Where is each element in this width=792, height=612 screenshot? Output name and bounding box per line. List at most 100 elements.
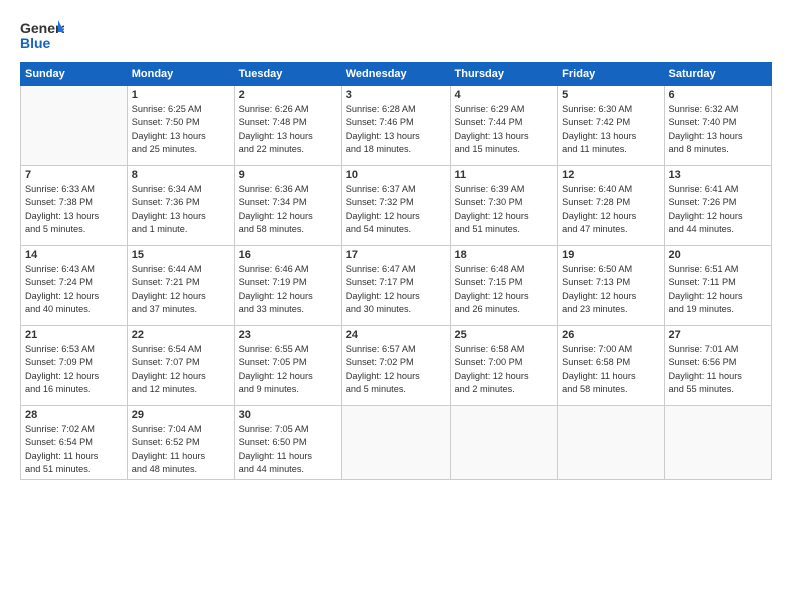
day-info: Sunrise: 6:53 AMSunset: 7:09 PMDaylight:…	[25, 343, 123, 396]
calendar-week-4: 28 Sunrise: 7:02 AMSunset: 6:54 PMDayligh…	[21, 406, 772, 480]
calendar-cell: 2Sunrise: 6:26 AMSunset: 7:48 PMDaylight…	[234, 86, 341, 166]
logo: General Blue	[20, 18, 64, 54]
calendar-cell: 3 Sunrise: 6:28 AMSunset: 7:46 PMDaylight…	[341, 86, 450, 166]
calendar-week-3: 21Sunrise: 6:53 AMSunset: 7:09 PMDayligh…	[21, 326, 772, 406]
calendar-cell: 7 Sunrise: 6:33 AMSunset: 7:38 PMDaylight…	[21, 166, 128, 246]
day-number: 24	[346, 329, 446, 341]
day-number: 10	[346, 169, 446, 181]
day-info: Sunrise: 6:34 AMSunset: 7:36 PMDaylight:…	[132, 183, 230, 236]
header: General Blue	[20, 18, 772, 54]
calendar-cell: 28 Sunrise: 7:02 AMSunset: 6:54 PMDayligh…	[21, 406, 128, 480]
day-number: 20	[669, 249, 768, 261]
day-info: Sunrise: 6:40 AMSunset: 7:28 PMDaylight:…	[562, 183, 659, 236]
day-info: Sunrise: 6:30 AMSunset: 7:42 PMDaylight:…	[562, 103, 659, 156]
day-info: Sunrise: 6:36 AMSunset: 7:34 PMDaylight:…	[239, 183, 337, 236]
calendar-cell	[450, 406, 558, 480]
calendar-cell: 12Sunrise: 6:40 AMSunset: 7:28 PMDayligh…	[558, 166, 664, 246]
calendar-header-tuesday: Tuesday	[234, 63, 341, 86]
day-info: Sunrise: 6:57 AMSunset: 7:02 PMDaylight:…	[346, 343, 446, 396]
calendar-header-friday: Friday	[558, 63, 664, 86]
calendar-cell: 19Sunrise: 6:50 AMSunset: 7:13 PMDayligh…	[558, 246, 664, 326]
calendar-cell: 26 Sunrise: 7:00 AMSunset: 6:58 PMDayligh…	[558, 326, 664, 406]
calendar-cell: 1 Sunrise: 6:25 AMSunset: 7:50 PMDaylight…	[127, 86, 234, 166]
day-info: Sunrise: 6:32 AMSunset: 7:40 PMDaylight:…	[669, 103, 768, 156]
calendar-cell: 22 Sunrise: 6:54 AMSunset: 7:07 PMDayligh…	[127, 326, 234, 406]
day-number: 6	[669, 89, 768, 101]
day-number: 25	[455, 329, 554, 341]
day-number: 22	[132, 329, 230, 341]
day-number: 18	[455, 249, 554, 261]
day-info: Sunrise: 6:47 AMSunset: 7:17 PMDaylight:…	[346, 263, 446, 316]
day-info: Sunrise: 6:39 AMSunset: 7:30 PMDaylight:…	[455, 183, 554, 236]
day-number: 7	[25, 169, 123, 181]
calendar-header-sunday: Sunday	[21, 63, 128, 86]
calendar-header-monday: Monday	[127, 63, 234, 86]
day-info: Sunrise: 6:54 AMSunset: 7:07 PMDaylight:…	[132, 343, 230, 396]
day-number: 1	[132, 89, 230, 101]
logo-svg: General Blue	[20, 18, 64, 54]
calendar-cell: 21Sunrise: 6:53 AMSunset: 7:09 PMDayligh…	[21, 326, 128, 406]
calendar-table: SundayMondayTuesdayWednesdayThursdayFrid…	[20, 62, 772, 480]
day-info: Sunrise: 6:55 AMSunset: 7:05 PMDaylight:…	[239, 343, 337, 396]
day-number: 16	[239, 249, 337, 261]
calendar-header-row: SundayMondayTuesdayWednesdayThursdayFrid…	[21, 63, 772, 86]
calendar-cell: 4Sunrise: 6:29 AMSunset: 7:44 PMDaylight…	[450, 86, 558, 166]
calendar-week-1: 7 Sunrise: 6:33 AMSunset: 7:38 PMDaylight…	[21, 166, 772, 246]
day-info: Sunrise: 6:26 AMSunset: 7:48 PMDaylight:…	[239, 103, 337, 156]
day-number: 11	[455, 169, 554, 181]
calendar-cell	[341, 406, 450, 480]
calendar-cell: 11 Sunrise: 6:39 AMSunset: 7:30 PMDayligh…	[450, 166, 558, 246]
calendar-cell: 25 Sunrise: 6:58 AMSunset: 7:00 PMDayligh…	[450, 326, 558, 406]
day-number: 9	[239, 169, 337, 181]
calendar-cell: 15 Sunrise: 6:44 AMSunset: 7:21 PMDayligh…	[127, 246, 234, 326]
svg-text:Blue: Blue	[20, 35, 51, 51]
day-info: Sunrise: 6:33 AMSunset: 7:38 PMDaylight:…	[25, 183, 123, 236]
day-number: 13	[669, 169, 768, 181]
day-number: 3	[346, 89, 446, 101]
day-number: 28	[25, 409, 123, 421]
day-info: Sunrise: 6:58 AMSunset: 7:00 PMDaylight:…	[455, 343, 554, 396]
page: General Blue SundayMondayTuesdayWednesda…	[0, 0, 792, 612]
day-number: 27	[669, 329, 768, 341]
calendar-cell: 6 Sunrise: 6:32 AMSunset: 7:40 PMDaylight…	[664, 86, 772, 166]
day-info: Sunrise: 7:02 AMSunset: 6:54 PMDaylight:…	[25, 423, 123, 476]
calendar-week-0: 1 Sunrise: 6:25 AMSunset: 7:50 PMDaylight…	[21, 86, 772, 166]
day-number: 29	[132, 409, 230, 421]
day-number: 19	[562, 249, 659, 261]
calendar-cell: 27 Sunrise: 7:01 AMSunset: 6:56 PMDayligh…	[664, 326, 772, 406]
day-number: 30	[239, 409, 337, 421]
calendar-cell	[558, 406, 664, 480]
calendar-cell: 9 Sunrise: 6:36 AMSunset: 7:34 PMDaylight…	[234, 166, 341, 246]
day-info: Sunrise: 6:44 AMSunset: 7:21 PMDaylight:…	[132, 263, 230, 316]
day-info: Sunrise: 6:25 AMSunset: 7:50 PMDaylight:…	[132, 103, 230, 156]
day-info: Sunrise: 6:37 AMSunset: 7:32 PMDaylight:…	[346, 183, 446, 236]
calendar-header-thursday: Thursday	[450, 63, 558, 86]
day-info: Sunrise: 6:48 AMSunset: 7:15 PMDaylight:…	[455, 263, 554, 316]
calendar-cell: 10 Sunrise: 6:37 AMSunset: 7:32 PMDayligh…	[341, 166, 450, 246]
day-info: Sunrise: 7:05 AMSunset: 6:50 PMDaylight:…	[239, 423, 337, 476]
calendar-cell: 24 Sunrise: 6:57 AMSunset: 7:02 PMDayligh…	[341, 326, 450, 406]
calendar-header-wednesday: Wednesday	[341, 63, 450, 86]
day-number: 14	[25, 249, 123, 261]
calendar-cell: 23 Sunrise: 6:55 AMSunset: 7:05 PMDayligh…	[234, 326, 341, 406]
calendar-cell: 20 Sunrise: 6:51 AMSunset: 7:11 PMDayligh…	[664, 246, 772, 326]
day-info: Sunrise: 6:28 AMSunset: 7:46 PMDaylight:…	[346, 103, 446, 156]
svg-text:General: General	[20, 20, 64, 36]
day-info: Sunrise: 7:04 AMSunset: 6:52 PMDaylight:…	[132, 423, 230, 476]
calendar-cell: 29 Sunrise: 7:04 AMSunset: 6:52 PMDayligh…	[127, 406, 234, 480]
calendar-cell	[664, 406, 772, 480]
calendar-week-2: 14Sunrise: 6:43 AMSunset: 7:24 PMDayligh…	[21, 246, 772, 326]
calendar-cell: 16 Sunrise: 6:46 AMSunset: 7:19 PMDayligh…	[234, 246, 341, 326]
day-info: Sunrise: 6:46 AMSunset: 7:19 PMDaylight:…	[239, 263, 337, 316]
day-info: Sunrise: 7:00 AMSunset: 6:58 PMDaylight:…	[562, 343, 659, 396]
day-number: 17	[346, 249, 446, 261]
day-number: 26	[562, 329, 659, 341]
day-info: Sunrise: 6:51 AMSunset: 7:11 PMDaylight:…	[669, 263, 768, 316]
day-info: Sunrise: 7:01 AMSunset: 6:56 PMDaylight:…	[669, 343, 768, 396]
day-number: 23	[239, 329, 337, 341]
calendar-cell: 30 Sunrise: 7:05 AMSunset: 6:50 PMDayligh…	[234, 406, 341, 480]
day-number: 15	[132, 249, 230, 261]
calendar-cell: 5Sunrise: 6:30 AMSunset: 7:42 PMDaylight…	[558, 86, 664, 166]
calendar-cell: 17 Sunrise: 6:47 AMSunset: 7:17 PMDayligh…	[341, 246, 450, 326]
calendar-cell: 8Sunrise: 6:34 AMSunset: 7:36 PMDaylight…	[127, 166, 234, 246]
